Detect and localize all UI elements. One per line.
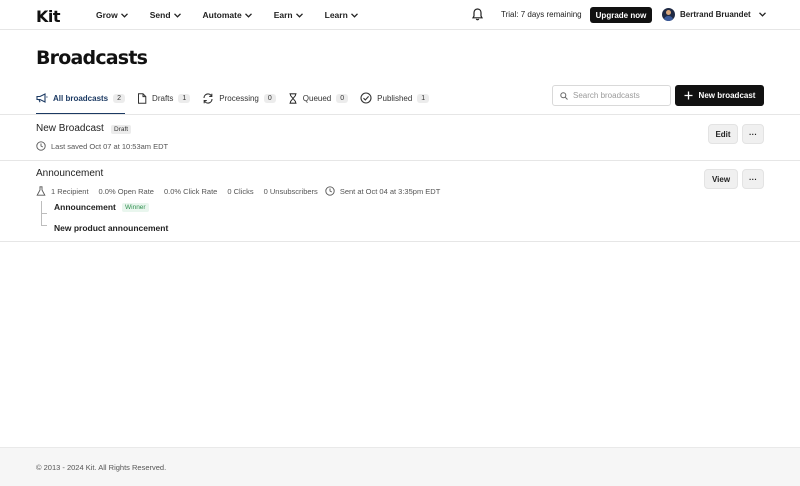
variant-connector: [41, 225, 47, 226]
flask-icon: [36, 186, 46, 196]
document-icon: [138, 92, 147, 104]
recipients: 1 Recipient: [51, 186, 89, 196]
tab-drafts[interactable]: Drafts 1: [137, 88, 191, 108]
nav-send[interactable]: Send: [150, 10, 181, 20]
broadcast-row: Announcement 1 Recipient 0.0% Open Rate …: [0, 161, 800, 242]
bell-icon[interactable]: [472, 8, 483, 21]
tab-count: 0: [263, 93, 276, 103]
variant-subject: New product announcement: [54, 223, 169, 233]
last-saved: Last saved Oct 07 at 10:53am EDT: [51, 141, 169, 151]
tab-processing[interactable]: Processing 0: [202, 88, 276, 108]
view-button[interactable]: View: [704, 169, 738, 189]
new-broadcast-label: New broadcast: [698, 91, 756, 100]
tab-queued[interactable]: Queued 0: [288, 88, 349, 108]
tab-count: 0: [336, 93, 349, 103]
tab-published[interactable]: Published 1: [360, 88, 430, 108]
broadcast-row: New Broadcast Draft Last saved Oct 07 at…: [0, 115, 800, 161]
search-input[interactable]: [573, 91, 663, 100]
search-box[interactable]: [552, 85, 671, 106]
nav-earn-label: Earn: [273, 10, 293, 20]
upgrade-button[interactable]: Upgrade now: [590, 7, 652, 23]
new-broadcast-button[interactable]: New broadcast: [675, 85, 764, 106]
footer: © 2013 - 2024 Kit. All Rights Reserved.: [0, 447, 800, 486]
tab-all-broadcasts[interactable]: All broadcasts 2: [36, 88, 126, 108]
nav-send-label: Send: [149, 10, 171, 20]
nav-grow-label: Grow: [96, 10, 118, 20]
nav-automate-label: Automate: [202, 10, 242, 20]
clock-icon: [325, 186, 335, 196]
hourglass-icon: [289, 92, 297, 104]
more-options-button[interactable]: ···: [742, 124, 764, 144]
winner-badge: Winner: [122, 203, 149, 212]
avatar: [662, 8, 675, 21]
tab-count: 2: [113, 93, 126, 103]
nav-learn-label: Learn: [324, 10, 348, 20]
sent-time: Sent at Oct 04 at 3:35pm EDT: [339, 186, 441, 196]
unsubscribers: 0 Unsubscribers: [263, 186, 318, 196]
tab-label: All broadcasts: [53, 93, 109, 103]
tab-label: Published: [377, 93, 413, 103]
edit-button[interactable]: Edit: [708, 124, 738, 144]
chevron-down-icon: [295, 12, 303, 18]
nav-automate[interactable]: Automate: [203, 10, 252, 20]
copyright: © 2013 - 2024 Kit. All Rights Reserved.: [36, 463, 167, 472]
more-options-button[interactable]: ···: [742, 169, 764, 189]
broadcast-tabs: All broadcasts 2 Drafts 1 Processing 0 Q…: [36, 88, 441, 115]
variant-connector: [41, 213, 47, 214]
chevron-down-icon: [350, 12, 358, 18]
kit-logo[interactable]: Kit: [36, 7, 61, 26]
tab-count: 1: [417, 93, 430, 103]
chevron-down-icon: [173, 12, 181, 18]
status-badge: Draft: [111, 125, 132, 134]
tab-label: Drafts: [152, 93, 174, 103]
nav-grow[interactable]: Grow: [96, 10, 128, 20]
check-circle-icon: [360, 92, 372, 104]
chevron-down-icon: [120, 12, 128, 18]
nav-earn[interactable]: Earn: [274, 10, 303, 20]
broadcast-meta: Last saved Oct 07 at 10:53am EDT: [36, 141, 168, 151]
broadcast-stats: 1 Recipient 0.0% Open Rate 0.0% Click Ra…: [36, 186, 440, 196]
open-rate: 0.0% Open Rate: [98, 186, 154, 196]
top-nav: Kit Grow Send Automate Earn Learn Trial:…: [0, 0, 800, 30]
clock-icon: [36, 141, 46, 151]
page-title: Broadcasts: [36, 47, 148, 69]
search-icon: [560, 91, 568, 100]
main-menu: Grow Send Automate Earn Learn: [96, 0, 380, 30]
click-rate: 0.0% Click Rate: [163, 186, 218, 196]
tab-label: Processing: [219, 93, 259, 103]
tab-label: Queued: [302, 93, 332, 103]
user-name: Bertrand Bruandet: [680, 10, 751, 19]
trial-status: Trial: 7 days remaining: [501, 10, 582, 19]
megaphone-icon: [36, 93, 48, 103]
broadcast-title[interactable]: New Broadcast: [36, 123, 104, 134]
user-menu[interactable]: Bertrand Bruandet: [662, 8, 766, 21]
chevron-down-icon: [244, 12, 252, 18]
tab-count: 1: [178, 93, 191, 103]
nav-learn[interactable]: Learn: [325, 10, 358, 20]
refresh-icon: [203, 92, 213, 104]
chevron-down-icon: [758, 12, 766, 17]
plus-icon: [684, 91, 693, 100]
broadcast-title[interactable]: Announcement: [36, 168, 103, 179]
variant-subject: Announcement: [54, 202, 116, 212]
clicks: 0 Clicks: [227, 186, 254, 196]
